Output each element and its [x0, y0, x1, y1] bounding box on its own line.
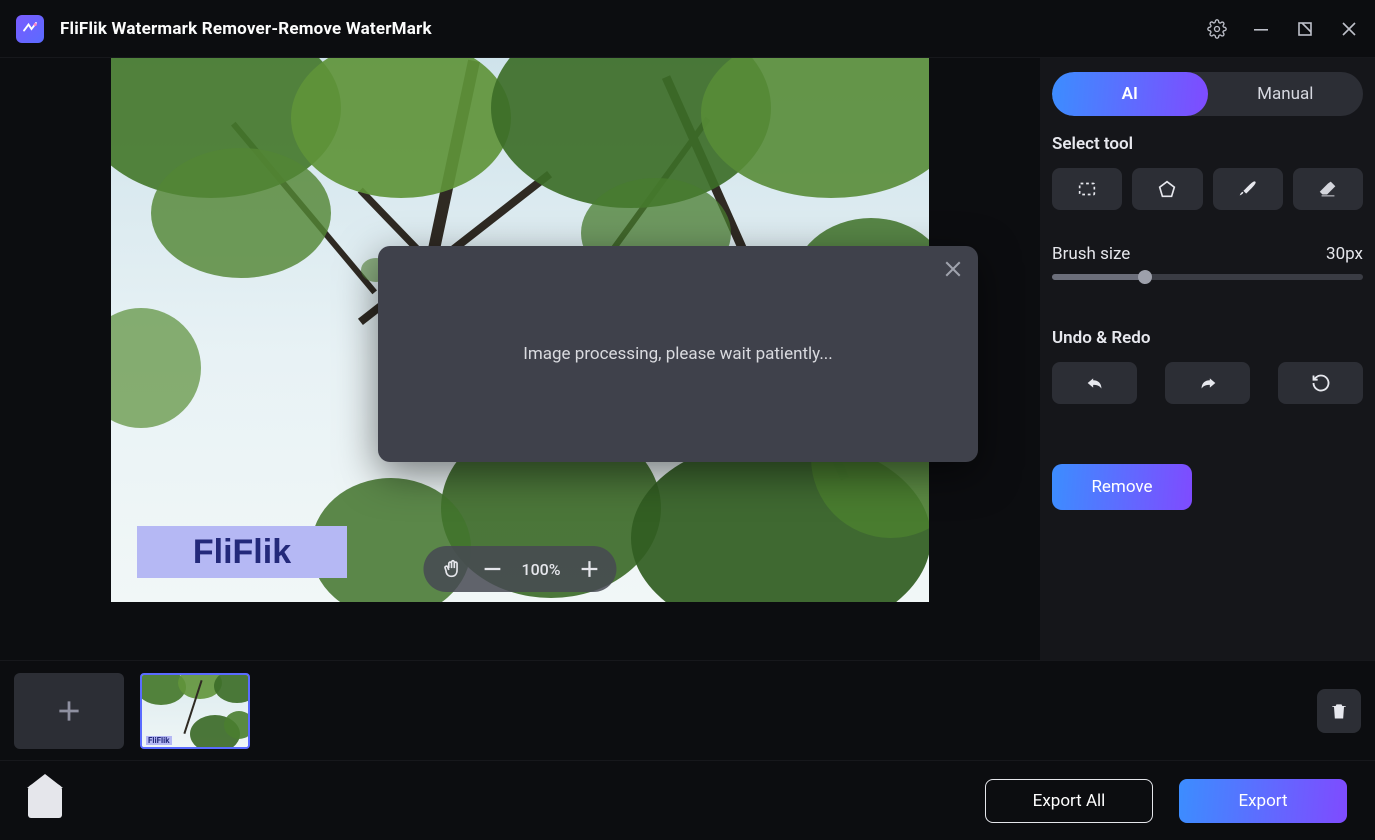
thumbnail-strip: FliFlik — [0, 660, 1375, 760]
modal-message: Image processing, please wait patiently.… — [523, 344, 833, 364]
footer: Export All Export — [0, 760, 1375, 840]
mode-ai-tab[interactable]: AI — [1052, 72, 1208, 116]
brush-size-label: Brush size — [1052, 244, 1130, 264]
brush-size-value: 30px — [1326, 244, 1363, 264]
settings-button[interactable] — [1207, 19, 1227, 39]
minimize-button[interactable] — [1251, 19, 1271, 39]
reset-button[interactable] — [1278, 362, 1363, 404]
right-panel: AI Manual Select tool Brush size 30px — [1040, 58, 1375, 660]
tool-marquee[interactable] — [1052, 168, 1122, 210]
pan-tool-button[interactable] — [441, 558, 463, 580]
zoom-toolbar: 100% — [423, 546, 616, 592]
titlebar: FliFlik Watermark Remover-Remove WaterMa… — [0, 0, 1375, 58]
tool-polygon[interactable] — [1132, 168, 1202, 210]
home-button[interactable] — [28, 784, 62, 818]
add-image-button[interactable] — [14, 673, 124, 749]
export-all-button[interactable]: Export All — [985, 779, 1153, 823]
maximize-button[interactable] — [1295, 19, 1315, 39]
app-title: FliFlik Watermark Remover-Remove WaterMa… — [60, 19, 432, 39]
zoom-out-button[interactable] — [483, 560, 501, 578]
remove-button[interactable]: Remove — [1052, 464, 1192, 510]
zoom-in-button[interactable] — [581, 560, 599, 578]
close-button[interactable] — [1339, 19, 1359, 39]
tool-brush[interactable] — [1213, 168, 1283, 210]
watermark-selection[interactable]: FliFlik — [137, 526, 347, 578]
export-button[interactable]: Export — [1179, 779, 1347, 823]
tool-eraser[interactable] — [1293, 168, 1363, 210]
zoom-level: 100% — [521, 560, 560, 579]
delete-button[interactable] — [1317, 689, 1361, 733]
mode-manual-tab[interactable]: Manual — [1208, 72, 1364, 116]
modal-close-button[interactable] — [944, 260, 962, 278]
thumbnail-1[interactable]: FliFlik — [140, 673, 250, 749]
select-tool-label: Select tool — [1052, 134, 1363, 154]
app-logo — [16, 15, 44, 43]
mode-toggle: AI Manual — [1052, 72, 1363, 116]
undo-redo-label: Undo & Redo — [1052, 328, 1363, 348]
thumbnail-watermark: FliFlik — [146, 736, 172, 745]
processing-modal: Image processing, please wait patiently.… — [378, 246, 978, 462]
brush-size-slider[interactable] — [1052, 274, 1363, 280]
redo-button[interactable] — [1165, 362, 1250, 404]
undo-button[interactable] — [1052, 362, 1137, 404]
home-icon — [28, 784, 62, 818]
